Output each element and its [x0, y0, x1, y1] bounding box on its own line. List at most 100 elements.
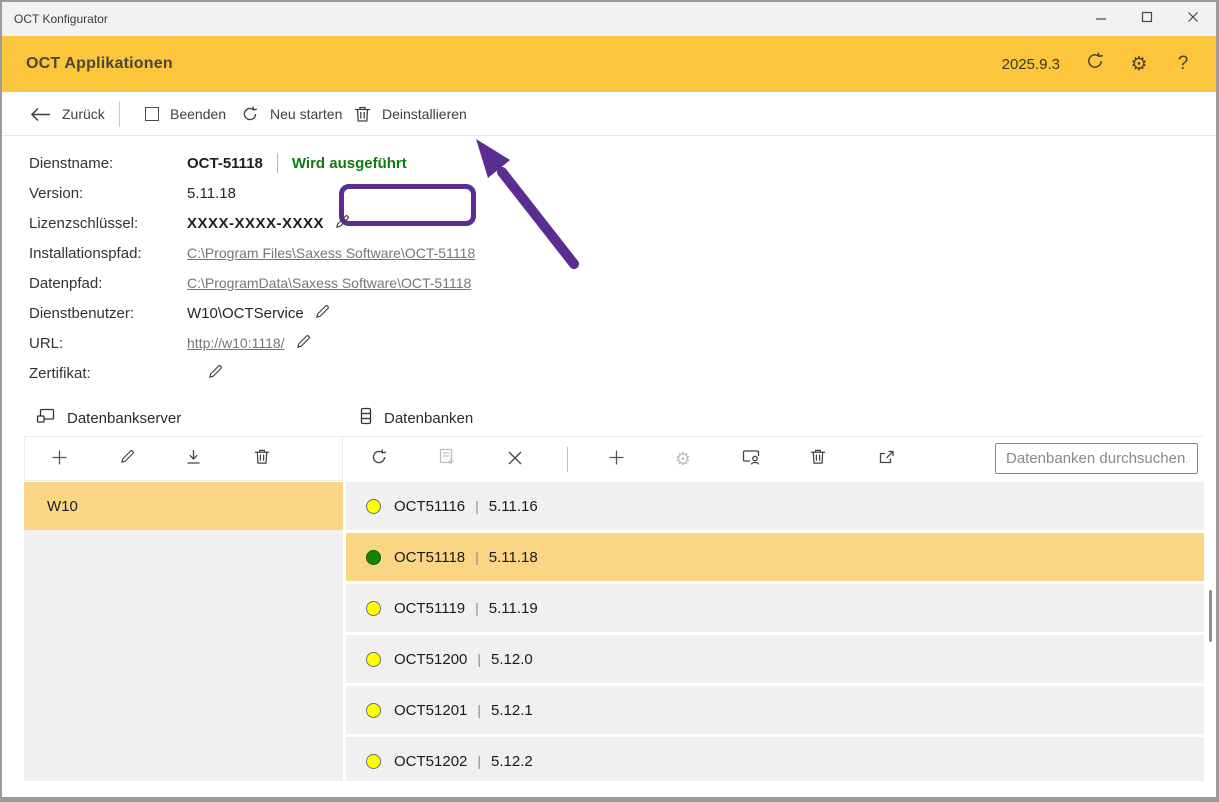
- settings-button[interactable]: ⚙: [1120, 45, 1158, 83]
- stop-icon: [145, 107, 159, 121]
- database-settings-button[interactable]: ⚙: [663, 439, 703, 479]
- license-key-value: XXXX-XXXX-XXXX: [187, 215, 324, 232]
- help-button[interactable]: ?: [1164, 45, 1202, 83]
- edit-license-button[interactable]: [334, 213, 351, 234]
- db-status-dot: [366, 754, 381, 769]
- server-list: W10: [24, 482, 343, 781]
- data-path-link[interactable]: C:\ProgramData\Saxess Software\OCT-51118: [187, 275, 471, 291]
- pencil-icon: [334, 213, 351, 234]
- separator: |: [477, 651, 481, 667]
- detail-row-lizenz: Lizenzschlüssel: XXXX-XXXX-XXXX: [29, 208, 729, 238]
- pencil-icon: [119, 448, 136, 470]
- db-status-dot: [366, 550, 381, 565]
- edit-certificate-button[interactable]: [207, 363, 224, 384]
- db-version: 5.11.19: [489, 600, 538, 617]
- edit-url-button[interactable]: [295, 333, 312, 354]
- certificate-label: Zertifikat:: [29, 365, 187, 382]
- minimize-icon: [1095, 10, 1107, 28]
- refresh-databases-button[interactable]: [359, 439, 399, 479]
- database-list: OCT51116|5.11.16OCT51118|5.11.18OCT51119…: [346, 482, 1204, 781]
- database-permissions-button[interactable]: [731, 439, 771, 479]
- back-label: Zurück: [62, 106, 105, 122]
- restart-label: Neu starten: [270, 106, 342, 122]
- db-name: OCT51200: [394, 651, 467, 668]
- db-status-dot: [366, 703, 381, 718]
- db-name: OCT51202: [394, 753, 467, 770]
- url-label: URL:: [29, 335, 187, 352]
- install-path-link[interactable]: C:\Program Files\Saxess Software\OCT-511…: [187, 245, 475, 261]
- database-row[interactable]: OCT51119|5.11.19: [346, 584, 1204, 632]
- close-icon: [1187, 10, 1199, 28]
- delete-database-button[interactable]: [798, 439, 838, 479]
- document-add-icon: [439, 448, 455, 470]
- command-toolbar: Zurück Beenden Neu starten Deinstalliere…: [2, 92, 1216, 136]
- service-name-value: OCT-51118: [187, 155, 263, 172]
- minimize-button[interactable]: [1078, 2, 1124, 36]
- app-window: OCT Konfigurator OCT Applikationen 2025.…: [0, 0, 1219, 802]
- uninstall-button[interactable]: Deinstallieren: [354, 92, 467, 136]
- refresh-icon: [1085, 51, 1105, 77]
- edit-server-button[interactable]: [107, 439, 147, 479]
- plus-icon: [609, 449, 624, 470]
- gear-icon: ⚙: [675, 449, 691, 470]
- server-icon: [36, 407, 57, 429]
- server-row[interactable]: W10: [24, 482, 343, 530]
- maximize-button[interactable]: [1124, 2, 1170, 36]
- status-divider: [277, 153, 278, 173]
- database-row[interactable]: OCT51118|5.11.18: [346, 533, 1204, 581]
- detail-row-dienstname: Dienstname: OCT-51118 Wird ausgeführt: [29, 148, 729, 178]
- import-server-button[interactable]: [173, 439, 213, 479]
- db-name: OCT51201: [394, 702, 467, 719]
- x-icon: [508, 449, 522, 470]
- app-header: OCT Applikationen 2025.9.3 ⚙ ?: [2, 36, 1216, 92]
- edit-service-user-button[interactable]: [314, 303, 331, 324]
- separator: |: [477, 753, 481, 769]
- delete-server-button[interactable]: [242, 439, 282, 479]
- license-label: Lizenzschlüssel:: [29, 215, 187, 232]
- toolbar-divider: [119, 101, 120, 127]
- title-bar: OCT Konfigurator: [2, 2, 1216, 36]
- service-details: Dienstname: OCT-51118 Wird ausgeführt Ve…: [29, 148, 729, 388]
- stop-label: Beenden: [170, 106, 226, 122]
- copy-database-button[interactable]: [427, 439, 467, 479]
- db-status-dot: [366, 601, 381, 616]
- db-name: OCT51116: [394, 498, 465, 515]
- data-path-label: Datenpfad:: [29, 275, 187, 292]
- service-url-link[interactable]: http://w10:1118/: [187, 335, 285, 351]
- add-server-button[interactable]: [39, 439, 79, 479]
- refresh-button[interactable]: [1076, 45, 1114, 83]
- database-row[interactable]: OCT51116|5.11.16: [346, 482, 1204, 530]
- server-toolbar: [24, 436, 343, 481]
- restart-icon: [241, 105, 259, 123]
- separator: |: [475, 498, 479, 514]
- cancel-button[interactable]: [495, 439, 535, 479]
- back-button[interactable]: Zurück: [30, 92, 105, 136]
- trash-icon: [354, 105, 371, 123]
- maximize-icon: [1141, 10, 1153, 28]
- restart-service-button[interactable]: Neu starten: [241, 92, 342, 136]
- service-user-value: W10\OCTService: [187, 305, 304, 322]
- export-database-button[interactable]: [866, 439, 906, 479]
- plus-icon: [52, 449, 67, 470]
- close-button[interactable]: [1170, 2, 1216, 36]
- database-row[interactable]: OCT51202|5.12.2: [346, 737, 1204, 781]
- trash-icon: [810, 448, 826, 470]
- detail-row-installpfad: Installationspfad: C:\Program Files\Saxe…: [29, 238, 729, 268]
- add-database-button[interactable]: [596, 439, 636, 479]
- dienstname-label: Dienstname:: [29, 155, 187, 172]
- pencil-icon: [314, 303, 331, 324]
- share-icon: [878, 449, 895, 470]
- detail-row-url: URL: http://w10:1118/: [29, 328, 729, 358]
- db-version: 5.11.18: [489, 549, 538, 566]
- stop-service-button[interactable]: Beenden: [145, 92, 226, 136]
- database-row[interactable]: OCT51201|5.12.1: [346, 686, 1204, 734]
- scrollbar-thumb[interactable]: [1209, 590, 1212, 642]
- user-permissions-icon: [742, 449, 761, 470]
- database-row[interactable]: OCT51200 | 5.12.0: [346, 635, 1204, 683]
- window-controls: [1078, 2, 1216, 36]
- toolbar-divider: [567, 447, 568, 472]
- back-arrow-icon: [30, 107, 51, 122]
- database-search-input[interactable]: [995, 443, 1198, 474]
- db-version: 5.12.0: [491, 651, 533, 668]
- database-panel-header: Datenbanken: [358, 400, 473, 436]
